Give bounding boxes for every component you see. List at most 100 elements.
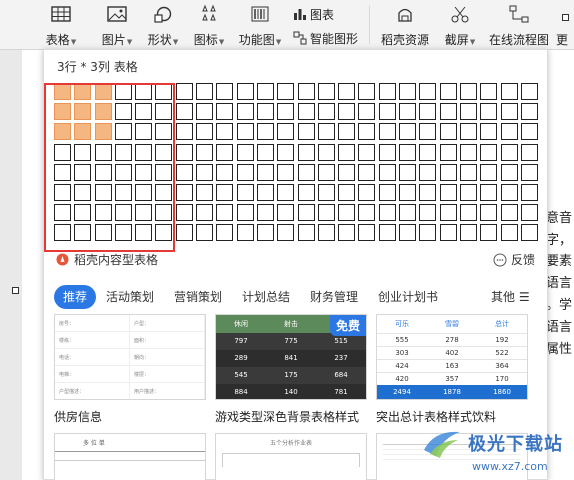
grid-cell[interactable]: [236, 123, 254, 141]
grid-cell[interactable]: [358, 183, 376, 201]
grid-cell[interactable]: [520, 143, 538, 161]
grid-cell[interactable]: [419, 83, 437, 100]
grid-cell[interactable]: [520, 183, 538, 201]
ribbon-resources-button[interactable]: 稻壳资源: [380, 0, 430, 50]
grid-cell[interactable]: [175, 204, 193, 222]
grid-cell[interactable]: [459, 103, 477, 121]
grid-cell[interactable]: [378, 183, 396, 201]
grid-cell[interactable]: [399, 183, 417, 201]
more-tabs-button[interactable]: 其他 ☰: [491, 285, 530, 309]
grid-cell[interactable]: [236, 163, 254, 181]
grid-cell[interactable]: [358, 83, 376, 100]
grid-cell[interactable]: [399, 224, 417, 242]
grid-cell[interactable]: [297, 143, 315, 161]
grid-cell[interactable]: [520, 123, 538, 141]
tab-marketing-planning[interactable]: 营销策划: [174, 285, 222, 309]
template-card-housing[interactable]: 房号：户型：楼栋：面积：电话：朝向：电梯：楼层：户型描述：用户描述：地址：价格：: [54, 314, 206, 400]
grid-cell[interactable]: [399, 83, 417, 100]
grid-cell[interactable]: [459, 123, 477, 141]
grid-cell[interactable]: [480, 183, 498, 201]
grid-cell[interactable]: [358, 204, 376, 222]
grid-cell[interactable]: [317, 163, 335, 181]
ribbon-shapes-button[interactable]: 形状▼: [146, 0, 180, 50]
grid-cell[interactable]: [256, 183, 274, 201]
grid-cell[interactable]: [500, 163, 518, 181]
grid-cell[interactable]: [216, 163, 234, 181]
grid-cell[interactable]: [358, 143, 376, 161]
grid-cell[interactable]: [196, 83, 214, 100]
grid-cell[interactable]: [439, 123, 457, 141]
grid-cell[interactable]: [196, 183, 214, 201]
ribbon-more-button[interactable]: 更: [556, 0, 574, 50]
grid-cell[interactable]: [317, 183, 335, 201]
grid-cell[interactable]: [216, 83, 234, 100]
grid-cell[interactable]: [520, 204, 538, 222]
grid-cell[interactable]: [277, 224, 295, 242]
grid-cell[interactable]: [175, 183, 193, 201]
grid-cell[interactable]: [297, 204, 315, 222]
grid-cell[interactable]: [196, 103, 214, 121]
ribbon-table-button[interactable]: 表格▼: [44, 0, 78, 50]
grid-cell[interactable]: [500, 103, 518, 121]
grid-cell[interactable]: [520, 83, 538, 100]
grid-cell[interactable]: [338, 123, 356, 141]
grid-cell[interactable]: [236, 204, 254, 222]
grid-cell[interactable]: [338, 103, 356, 121]
grid-cell[interactable]: [297, 103, 315, 121]
grid-cell[interactable]: [439, 183, 457, 201]
grid-cell[interactable]: [196, 143, 214, 161]
grid-cell[interactable]: [256, 163, 274, 181]
tab-finance[interactable]: 财务管理: [310, 285, 358, 309]
ribbon-picture-button[interactable]: 图片▼: [100, 0, 134, 50]
grid-cell[interactable]: [216, 103, 234, 121]
grid-cell[interactable]: [317, 103, 335, 121]
grid-cell[interactable]: [520, 103, 538, 121]
grid-cell[interactable]: [399, 123, 417, 141]
grid-cell[interactable]: [378, 204, 396, 222]
ribbon-flowchart-button[interactable]: 在线流程图: [488, 0, 550, 50]
grid-cell[interactable]: [277, 103, 295, 121]
grid-cell[interactable]: [297, 183, 315, 201]
grid-cell[interactable]: [459, 83, 477, 100]
grid-cell[interactable]: [277, 83, 295, 100]
grid-cell[interactable]: [439, 204, 457, 222]
grid-cell[interactable]: [338, 183, 356, 201]
grid-cell[interactable]: [500, 204, 518, 222]
ai-table-link[interactable]: 稻壳内容型表格: [56, 251, 158, 268]
grid-cell[interactable]: [277, 123, 295, 141]
grid-cell[interactable]: [256, 204, 274, 222]
grid-cell[interactable]: [175, 163, 193, 181]
grid-cell[interactable]: [439, 103, 457, 121]
grid-cell[interactable]: [378, 163, 396, 181]
grid-cell[interactable]: [236, 224, 254, 242]
grid-cell[interactable]: [500, 143, 518, 161]
grid-cell[interactable]: [175, 123, 193, 141]
grid-cell[interactable]: [520, 224, 538, 242]
tab-recommended[interactable]: 推荐: [54, 285, 97, 309]
grid-cell[interactable]: [338, 224, 356, 242]
grid-cell[interactable]: [236, 143, 254, 161]
grid-cell[interactable]: [419, 123, 437, 141]
grid-cell[interactable]: [419, 143, 437, 161]
ribbon-smart-graphic-button[interactable]: 智能图形: [293, 28, 358, 48]
grid-cell[interactable]: [216, 123, 234, 141]
grid-cell[interactable]: [419, 163, 437, 181]
grid-cell[interactable]: [216, 224, 234, 242]
grid-cell[interactable]: [256, 103, 274, 121]
grid-cell[interactable]: [175, 83, 193, 100]
grid-cell[interactable]: [439, 163, 457, 181]
template-card-drinks-total[interactable]: 可乐 雪碧 总计 555 278 192 303 402 522 424 163 364 420 3…: [376, 314, 528, 400]
ribbon-function-chart-button[interactable]: 功能图▼: [237, 0, 283, 50]
grid-cell[interactable]: [277, 163, 295, 181]
grid-cell[interactable]: [317, 83, 335, 100]
grid-cell[interactable]: [175, 224, 193, 242]
grid-cell[interactable]: [419, 224, 437, 242]
grid-cell[interactable]: [277, 204, 295, 222]
grid-cell[interactable]: [338, 143, 356, 161]
grid-cell[interactable]: [358, 103, 376, 121]
grid-cell[interactable]: [236, 183, 254, 201]
grid-cell[interactable]: [439, 83, 457, 100]
grid-cell[interactable]: [459, 163, 477, 181]
grid-cell[interactable]: [196, 163, 214, 181]
grid-cell[interactable]: [358, 224, 376, 242]
